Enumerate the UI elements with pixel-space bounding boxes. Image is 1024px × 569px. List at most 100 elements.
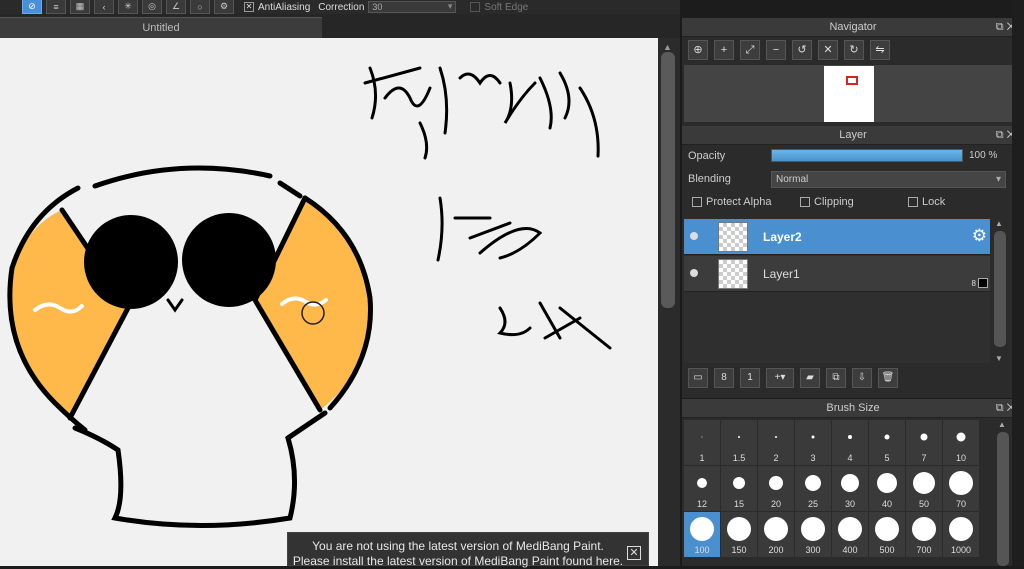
brush-size-scrollbar[interactable]: ▲	[995, 420, 1011, 566]
layer-row-layer1[interactable]: Layer1 8	[684, 256, 990, 292]
brush-size-2[interactable]: 2	[758, 420, 795, 466]
tab-untitled[interactable]: Untitled	[0, 17, 322, 38]
brush-size-200[interactable]: 200	[758, 512, 795, 558]
brush-size-label: 1.5	[732, 453, 746, 463]
brush-size-label: 300	[805, 545, 821, 555]
brush-size-500[interactable]: 500	[869, 512, 906, 558]
merge-down-icon[interactable]: ⇩	[852, 368, 872, 388]
radial-icon[interactable]: ✳	[118, 0, 138, 14]
brush-size-7[interactable]: 7	[906, 420, 943, 466]
fit-window-icon[interactable]: ⤢	[740, 40, 760, 60]
soft-edge-label: Soft Edge	[484, 1, 529, 13]
brush-size-70[interactable]: 70	[943, 466, 980, 512]
brush-size-12[interactable]: 12	[684, 466, 721, 512]
scroll-down-icon[interactable]: ▼	[995, 354, 1003, 363]
scroll-up-icon[interactable]: ▲	[663, 42, 672, 52]
scroll-up-icon[interactable]: ▲	[998, 420, 1006, 429]
brush-size-panel: Brush Size ⧉✕ 1 1.5 2 3 4 5 7 10 12 15 20 25 30 40 50 7…	[680, 399, 1024, 566]
brush-size-300[interactable]: 300	[795, 512, 832, 558]
layer-list-scrollbar[interactable]: ▲ ▼	[992, 219, 1008, 363]
zoom-out-icon[interactable]: −	[766, 40, 786, 60]
brush-size-700[interactable]: 700	[906, 512, 943, 558]
canvas-vertical-scrollbar[interactable]: ▲	[658, 38, 680, 566]
blending-select[interactable]: Normal	[771, 171, 1006, 188]
new-layer-icon[interactable]: ▭	[688, 368, 708, 388]
drawing-canvas[interactable]	[0, 38, 658, 566]
navigator-page-thumbnail	[824, 66, 874, 122]
navigator-viewport-marker[interactable]	[846, 76, 858, 85]
update-notice[interactable]: You are not using the latest version of …	[287, 532, 649, 569]
prohibit-icon[interactable]: ⊘	[22, 0, 42, 14]
curve-icon[interactable]: ∠	[166, 0, 186, 14]
gear-icon[interactable]: ⚙	[214, 0, 234, 14]
brush-size-30[interactable]: 30	[832, 466, 869, 512]
left-eye	[84, 215, 178, 309]
new-layer-8bit-icon[interactable]: 8	[714, 368, 734, 388]
brush-size-10[interactable]: 10	[943, 420, 980, 466]
zoom-in-icon[interactable]: +	[714, 40, 734, 60]
canvas-scroll-thumb[interactable]	[661, 52, 675, 308]
layer-settings-gear-icon[interactable]: ⚙	[972, 227, 987, 244]
notice-line-1: You are not using the latest version of …	[312, 539, 604, 553]
delete-layer-icon[interactable]: 🗑	[878, 368, 898, 388]
flip-icon[interactable]: ⇋	[870, 40, 890, 60]
scroll-up-icon[interactable]: ▲	[995, 219, 1003, 228]
brush-dot-icon	[956, 432, 966, 442]
new-layer-1bit-icon[interactable]: 1	[740, 368, 760, 388]
soft-edge-checkbox[interactable]	[470, 2, 481, 12]
zoom-fit-icon[interactable]: ⊕	[688, 40, 708, 60]
brush-size-3[interactable]: 3	[795, 420, 832, 466]
brush-size-5[interactable]: 5	[869, 420, 906, 466]
brush-dot-icon	[801, 517, 825, 541]
brush-size-1000[interactable]: 1000	[943, 512, 980, 558]
brush-size-1[interactable]: 1	[684, 420, 721, 466]
perspective-icon[interactable]: ‹	[94, 0, 114, 14]
add-layer-menu-icon[interactable]: +▾	[766, 368, 794, 388]
brush-size-label: 4	[847, 453, 853, 463]
opacity-slider[interactable]	[771, 149, 963, 162]
brush-scroll-thumb[interactable]	[997, 432, 1009, 566]
brush-size-40[interactable]: 40	[869, 466, 906, 512]
navigator-preview[interactable]	[684, 65, 1024, 122]
lock-option[interactable]: Lock	[908, 196, 1016, 208]
navigator-tools: ⊕ + ⤢ − ↺ ✕ ↻ ⇋	[682, 37, 1024, 63]
brush-size-label: 500	[879, 545, 895, 555]
rotate-right-icon[interactable]: ↻	[844, 40, 864, 60]
correction-label: Correction	[318, 1, 365, 13]
brush-dot-icon	[811, 435, 815, 439]
protect-alpha-option[interactable]: Protect Alpha	[692, 196, 800, 208]
correction-select[interactable]: 30	[368, 1, 457, 13]
circle-icon[interactable]: ○	[190, 0, 210, 14]
pattern-icon[interactable]: ≡	[46, 0, 66, 14]
brush-size-25[interactable]: 25	[795, 466, 832, 512]
duplicate-layer-icon[interactable]: ⧉	[826, 368, 846, 388]
visibility-eye-icon[interactable]	[690, 269, 698, 277]
brush-size-15[interactable]: 15	[721, 466, 758, 512]
brush-size-400[interactable]: 400	[832, 512, 869, 558]
visibility-eye-icon[interactable]	[690, 232, 698, 240]
brush-size-20[interactable]: 20	[758, 466, 795, 512]
layer-row-layer2[interactable]: Layer2 ⚙	[684, 219, 990, 255]
protect-alpha-checkbox[interactable]	[692, 197, 702, 207]
concentric-icon[interactable]: ◎	[142, 0, 162, 14]
brush-size-4[interactable]: 4	[832, 420, 869, 466]
antialiasing-checkbox[interactable]: ✕	[244, 2, 254, 12]
brush-size-label: 70	[955, 499, 966, 509]
brush-dot-icon	[805, 475, 821, 491]
grid-icon[interactable]: ▦	[70, 0, 90, 14]
brush-size-50[interactable]: 50	[906, 466, 943, 512]
close-icon[interactable]: ✕	[627, 546, 641, 560]
brush-size-150[interactable]: 150	[721, 512, 758, 558]
notice-line-2[interactable]: Please install the latest version of Med…	[288, 554, 628, 569]
lock-checkbox[interactable]	[908, 197, 918, 207]
brush-size-label: 7	[921, 453, 927, 463]
new-folder-icon[interactable]: ▰	[800, 368, 820, 388]
rotate-left-icon[interactable]: ↺	[792, 40, 812, 60]
reset-view-icon[interactable]: ✕	[818, 40, 838, 60]
clipping-checkbox[interactable]	[800, 197, 810, 207]
layer-scroll-thumb[interactable]	[994, 231, 1006, 347]
brush-dot-icon	[848, 435, 852, 439]
clipping-option[interactable]: Clipping	[800, 196, 908, 208]
brush-size-1-5[interactable]: 1.5	[721, 420, 758, 466]
brush-size-100[interactable]: 100	[684, 512, 721, 558]
